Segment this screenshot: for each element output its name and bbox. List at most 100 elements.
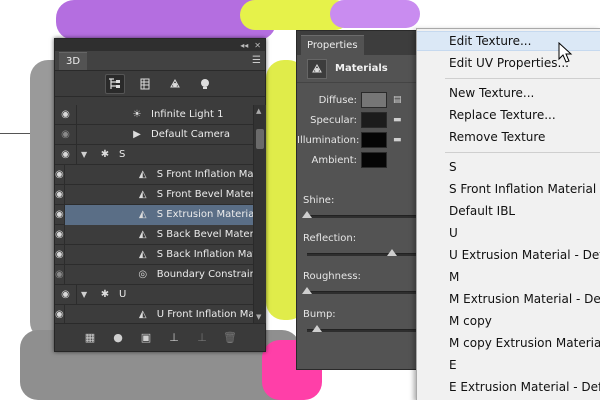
light-filter-button[interactable]: [195, 74, 215, 94]
layer-row[interactable]: ◉ ◎ Boundary Constraint 1: [55, 264, 253, 285]
layer-row-body[interactable]: ▼ ✱ S: [77, 145, 253, 165]
material-icon: ◭: [138, 169, 147, 180]
color-swatch[interactable]: [361, 92, 387, 108]
color-swatch[interactable]: [361, 132, 387, 148]
visibility-eye-icon[interactable]: ◉: [55, 304, 65, 323]
menu-item[interactable]: New Texture...: [417, 83, 600, 103]
layer-row-body[interactable]: ◭ S Front Bevel Material: [65, 185, 253, 205]
slider-knob[interactable]: [302, 211, 312, 218]
layer-row-body[interactable]: ▼ ✱ U: [77, 285, 253, 305]
collapse-panel-icon[interactable]: ◂◂: [240, 41, 248, 50]
visibility-eye-icon[interactable]: ◉: [55, 184, 65, 205]
slider-knob[interactable]: [387, 249, 397, 256]
scene-icon[interactable]: ▣: [138, 330, 154, 346]
properties-panel: Properties Materials Diffuse: ▤ Specular: ▬…: [296, 30, 420, 370]
ground-icon[interactable]: ⊥: [166, 330, 182, 346]
layer-row-body[interactable]: ◎ Boundary Constraint 1: [65, 265, 253, 285]
tab-properties[interactable]: Properties: [301, 35, 364, 55]
color-swatch[interactable]: [361, 112, 387, 128]
layer-row[interactable]: ◉ ▼ ✱ S: [55, 144, 253, 165]
layer-row-body[interactable]: ☀ Infinite Light 1: [77, 105, 253, 125]
property-slider[interactable]: [307, 249, 417, 256]
scene-filter-icon: [109, 77, 120, 89]
menu-item[interactable]: E: [417, 355, 600, 375]
scene-layer-list: ◉ ☀ Infinite Light 1 ◉ ▶ Default Camera ◉ ▼ ✱ S ◉ ◭…: [55, 105, 253, 323]
menu-item[interactable]: M Extrusion Material - Defaul: [417, 289, 600, 309]
layer-row-body[interactable]: ◭ S Back Bevel Material: [65, 225, 253, 245]
menu-item[interactable]: Remove Texture: [417, 127, 600, 147]
slider-knob[interactable]: [312, 325, 322, 332]
layer-row-label: S Extrusion Material: [156, 209, 253, 220]
menu-item[interactable]: Default IBL: [417, 201, 600, 221]
layer-list-scrollbar[interactable]: ▲ ▼: [253, 105, 266, 323]
menu-item[interactable]: M copy: [417, 311, 600, 331]
material-color-label: Illumination:: [297, 134, 360, 146]
layer-row[interactable]: ◉ ☀ Infinite Light 1: [55, 105, 253, 125]
property-slider[interactable]: [307, 325, 417, 332]
visibility-eye-icon[interactable]: ◉: [55, 244, 65, 265]
slider-knob[interactable]: [302, 287, 312, 294]
layer-row-body[interactable]: ▶ Default Camera: [77, 125, 253, 145]
visibility-eye-icon[interactable]: ◉: [55, 124, 77, 145]
layer-row[interactable]: ◉ ◭ S Back Inflation Material: [55, 244, 253, 265]
menu-item[interactable]: M copy Extrusion Material - De: [417, 333, 600, 353]
texture-menu-icon[interactable]: ▤: [393, 95, 405, 105]
layer-row[interactable]: ◉ ▼ ✱ U: [55, 284, 253, 305]
material-filter-button[interactable]: [165, 74, 185, 94]
camera-icon: ▶: [133, 129, 141, 140]
menu-item[interactable]: Replace Texture...: [417, 105, 600, 125]
scroll-up-icon[interactable]: ▲: [256, 107, 261, 115]
visibility-eye-icon[interactable]: ◉: [55, 164, 65, 185]
expand-arrow-icon[interactable]: ▼: [81, 290, 91, 299]
new-icon[interactable]: ⊥: [194, 330, 210, 346]
layer-row[interactable]: ◉ ◭ S Extrusion Material: [55, 204, 253, 225]
scroll-down-icon[interactable]: ▼: [256, 313, 261, 321]
slider-label: Bump:: [303, 309, 336, 320]
folder-icon[interactable]: ▬: [393, 135, 405, 145]
folder-icon[interactable]: ▬: [393, 115, 405, 125]
add-light-icon[interactable]: ●: [110, 330, 126, 346]
layer-row-label: U: [119, 289, 127, 300]
expand-arrow-icon[interactable]: ▼: [81, 150, 91, 159]
mesh-filter-icon: [140, 78, 150, 89]
material-color-row: Illumination: ▬: [297, 131, 419, 149]
layer-row-body[interactable]: ◭ S Extrusion Material: [64, 204, 253, 225]
menu-item[interactable]: S: [417, 157, 600, 177]
visibility-eye-icon[interactable]: ◉: [55, 105, 77, 125]
menu-item[interactable]: S Front Inflation Material - Bu: [417, 179, 600, 199]
menu-item[interactable]: M: [417, 267, 600, 287]
layer-row[interactable]: ◉ ◭ S Front Bevel Material: [55, 184, 253, 205]
color-swatch[interactable]: [361, 152, 387, 168]
scrollbar-thumb[interactable]: [256, 129, 264, 149]
property-slider[interactable]: [302, 287, 417, 294]
layer-row-body[interactable]: ◭ S Back Inflation Material: [65, 245, 253, 265]
layer-row-label: S Front Bevel Material: [156, 189, 253, 200]
visibility-eye-icon[interactable]: ◉: [55, 284, 77, 305]
material-color-row: Diffuse: ▤: [297, 91, 419, 109]
panel-topbar: ◂◂ ✕: [55, 39, 265, 51]
panel-menu-icon[interactable]: ☰: [252, 55, 261, 66]
visibility-eye-icon[interactable]: ◉: [55, 144, 77, 165]
scene-filter-button[interactable]: [105, 73, 125, 94]
3d-panel: ◂◂ ✕ 3D ☰ ◉ ☀ Infinite Light 1 ◉ ▶ Default Ca…: [54, 38, 266, 352]
visibility-eye-icon[interactable]: ◉: [55, 224, 65, 245]
render-icon[interactable]: ▦: [82, 330, 98, 346]
menu-item[interactable]: E Extrusion Material - Default: [417, 377, 600, 397]
close-panel-icon[interactable]: ✕: [254, 41, 261, 50]
menu-item[interactable]: U Extrusion Material - Default: [417, 245, 600, 265]
trash-icon[interactable]: 🗑: [222, 330, 238, 346]
tab-3d[interactable]: 3D: [59, 51, 88, 70]
property-slider[interactable]: [302, 211, 417, 218]
properties-tabs: Properties: [297, 31, 419, 55]
mesh-filter-button[interactable]: [135, 74, 155, 94]
visibility-eye-icon[interactable]: ◉: [55, 264, 65, 285]
layer-row[interactable]: ◉ ◭ U Front Inflation Material: [55, 304, 253, 324]
layer-row[interactable]: ◉ ◭ S Front Inflation Material: [55, 164, 253, 185]
layer-row-body[interactable]: ◭ U Front Inflation Material: [65, 305, 253, 324]
layer-row-body[interactable]: ◭ S Front Inflation Material: [65, 165, 253, 185]
menu-item[interactable]: U: [417, 223, 600, 243]
visibility-eye-icon[interactable]: ◉: [55, 204, 65, 225]
layer-row[interactable]: ◉ ◭ S Back Bevel Material: [55, 224, 253, 245]
mesh-icon: ✱: [100, 289, 110, 300]
layer-row[interactable]: ◉ ▶ Default Camera: [55, 124, 253, 145]
